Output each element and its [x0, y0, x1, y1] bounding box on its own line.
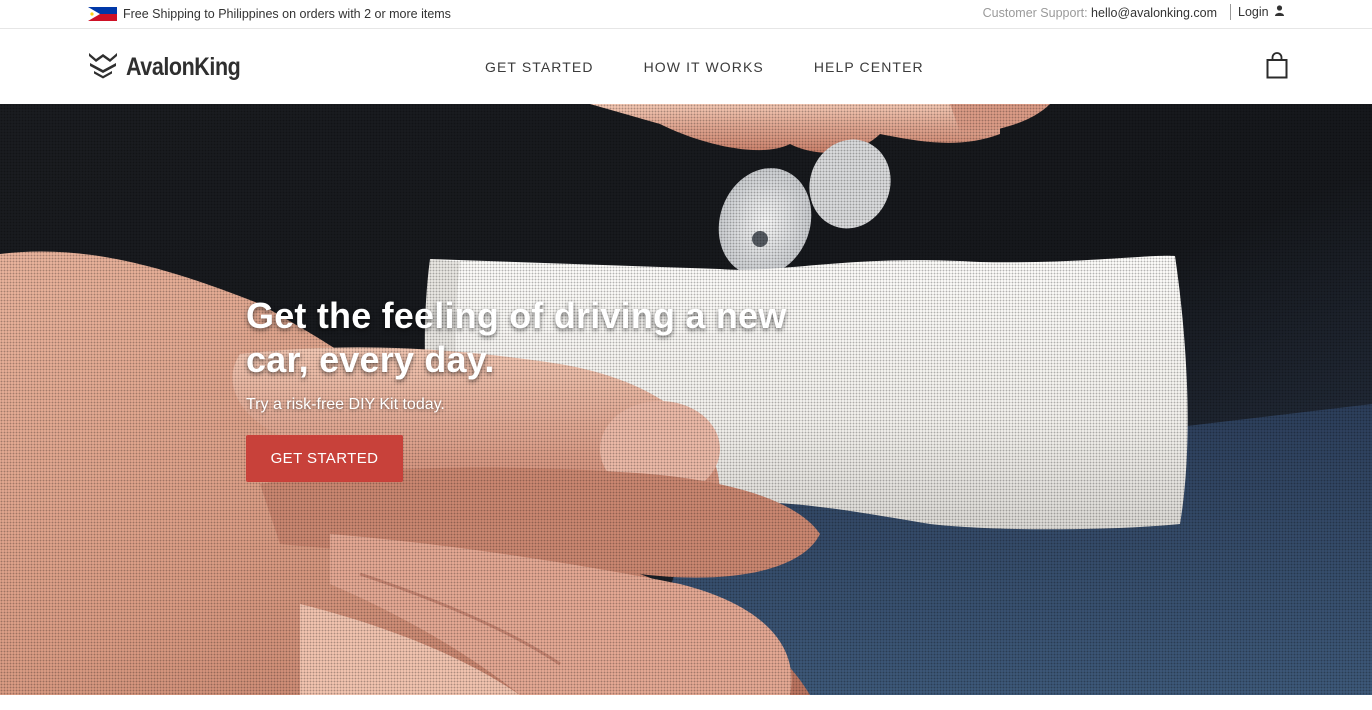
customer-support: Customer Support: hello@avalonking.com — [983, 6, 1217, 20]
login-area: Login — [1230, 4, 1284, 20]
shield-crown-logo-icon — [88, 51, 118, 84]
shipping-promo-text: Free Shipping to Philippines on orders w… — [123, 7, 451, 21]
site-header: AvalonKing GET STARTED HOW IT WORKS HELP… — [0, 29, 1372, 104]
user-icon[interactable] — [1274, 5, 1284, 19]
hero-banner: Get the feeling of driving a new car, ev… — [0, 104, 1372, 695]
shopping-bag-icon[interactable] — [1266, 52, 1288, 79]
hero-background-image — [0, 104, 1372, 695]
hero-subtitle: Try a risk-free DIY Kit today. — [246, 396, 445, 413]
support-label: Customer Support: — [982, 6, 1088, 20]
hero-title: Get the feeling of driving a new car, ev… — [246, 295, 787, 380]
philippines-flag-icon — [88, 7, 117, 21]
announcement-bar: Free Shipping to Philippines on orders w… — [0, 0, 1372, 29]
nav-help-center[interactable]: HELP CENTER — [814, 59, 924, 75]
logo-link[interactable]: AvalonKing — [88, 51, 259, 83]
nav-get-started[interactable]: GET STARTED — [485, 59, 594, 75]
main-nav: GET STARTED HOW IT WORKS HELP CENTER — [485, 59, 974, 75]
support-email-link[interactable]: hello@avalonking.com — [1091, 6, 1217, 20]
login-link[interactable]: Login — [1238, 5, 1269, 19]
get-started-button[interactable]: GET STARTED — [246, 435, 403, 482]
logo-text: AvalonKing — [126, 52, 241, 81]
nav-how-it-works[interactable]: HOW IT WORKS — [644, 59, 764, 75]
